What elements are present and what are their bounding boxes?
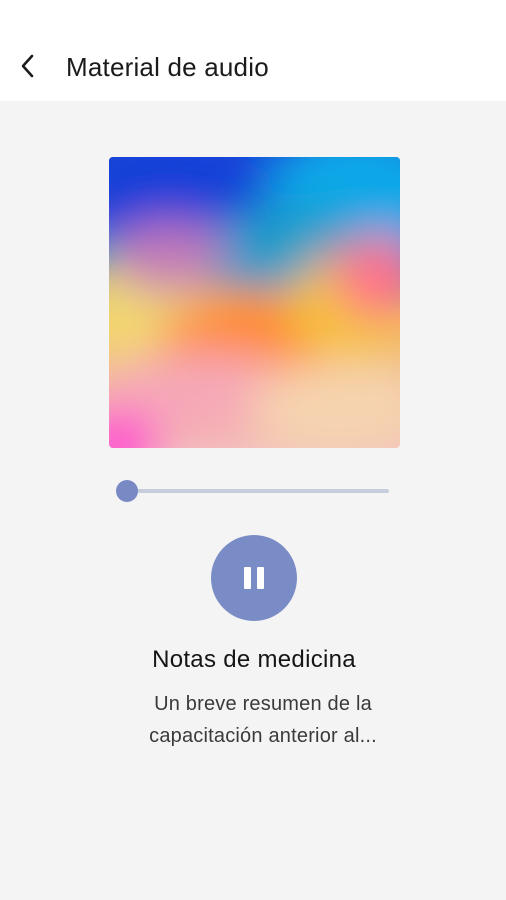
track-description-line-2: capacitación anterior al... bbox=[149, 725, 377, 747]
track-description-line-1: Un breve resumen de la bbox=[154, 693, 372, 715]
app-header: Material de audio bbox=[0, 0, 506, 101]
progress-track bbox=[127, 489, 389, 493]
pause-icon bbox=[244, 567, 264, 589]
back-button[interactable] bbox=[10, 46, 44, 86]
track-description: Un breve resumen de la capacitación ante… bbox=[128, 688, 398, 752]
page-title: Material de audio bbox=[66, 52, 269, 82]
audio-material-screen: Material de audio Notas de medicina Un b… bbox=[0, 0, 506, 900]
progress-slider[interactable] bbox=[116, 479, 393, 503]
album-artwork bbox=[109, 157, 400, 448]
progress-thumb[interactable] bbox=[116, 480, 138, 502]
pause-button[interactable] bbox=[211, 535, 297, 621]
track-title: Notas de medicina bbox=[152, 646, 356, 673]
chevron-left-icon bbox=[21, 54, 34, 78]
